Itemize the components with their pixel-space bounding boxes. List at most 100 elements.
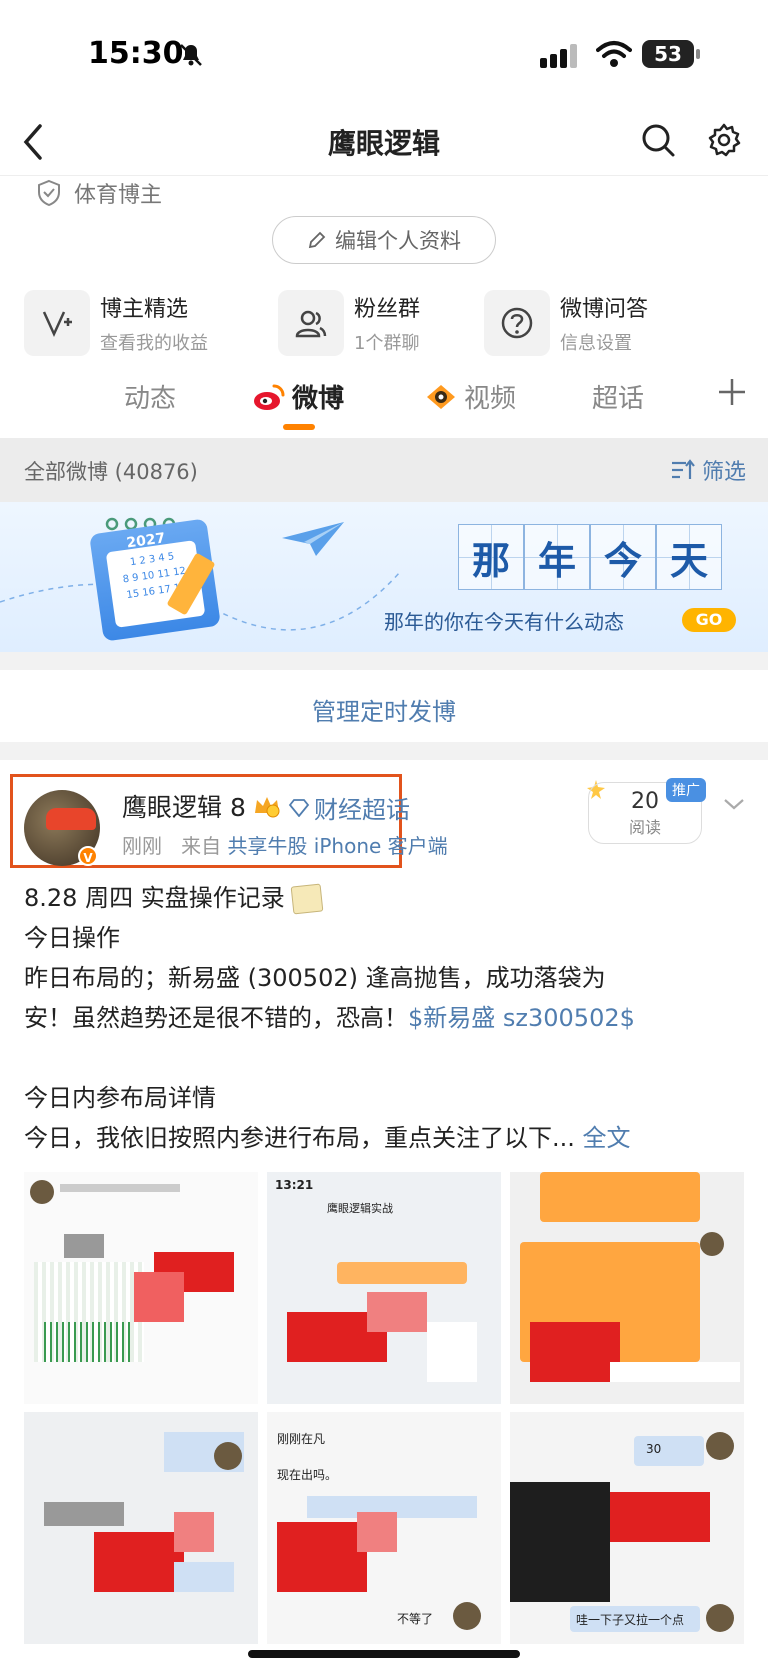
image-caption: 现在出吗。 (277, 1468, 338, 1482)
shortcut-fan-group[interactable]: 粉丝群 1个群聊 (278, 288, 420, 358)
blogger-tag-label: 体育博主 (74, 183, 163, 208)
tab-weibo-label: 微博 (292, 384, 345, 414)
shortcut-title: 微博问答 (560, 297, 649, 322)
tab-activity[interactable]: 动态 (124, 378, 176, 415)
group-icon (278, 290, 344, 356)
image-caption: 不等了 (397, 1612, 434, 1626)
shortcut-qa[interactable]: 微博问答 信息设置 (484, 288, 648, 358)
post-line-text: 今日，我依旧按照内参进行布局，重点关注了以下... (24, 1124, 575, 1152)
go-button[interactable]: GO (682, 608, 736, 632)
shortcut-subtitle: 查看我的收益 (100, 333, 208, 354)
post-image[interactable] (24, 1172, 258, 1404)
active-tab-indicator (283, 424, 315, 430)
post-line: 安！虽然趋势还是很不错的，恐高！$新易盛 sz300502$ (24, 998, 744, 1038)
topic-link[interactable]: 财经超话 (288, 790, 410, 825)
title-char: 今 (590, 524, 656, 590)
search-icon[interactable] (640, 122, 676, 158)
edit-profile-label: 编辑个人资料 (335, 229, 461, 253)
author-name: 鹰眼逻辑 8 (122, 793, 246, 822)
tab-video-label: 视频 (464, 384, 517, 414)
bell-off-icon (180, 44, 202, 66)
post-image[interactable] (510, 1172, 744, 1404)
post-image[interactable]: 13:21 鹰眼逻辑实战 (267, 1172, 501, 1404)
weibo-logo-icon (254, 384, 285, 410)
shield-check-icon (38, 179, 60, 207)
title-char: 那 (458, 524, 524, 590)
status-bar: 15:30 53 (0, 0, 768, 110)
shortcut-subtitle: 1个群聊 (354, 333, 420, 354)
filter-button[interactable]: 筛选 (670, 454, 746, 486)
source-prefix: 来自 (181, 834, 222, 858)
home-indicator (248, 1650, 520, 1658)
post-image-grid: 13:21 鹰眼逻辑实战 刚刚在凡 现在出吗。 不等了 30 哇一下子又拉一个点 (24, 1172, 744, 1662)
battery-indicator: 53 (642, 40, 700, 68)
tab-supertopic[interactable]: 超话 (592, 378, 644, 415)
shortcut-title: 博主精选 (100, 297, 189, 322)
manage-scheduled-row[interactable]: 管理定时发博 (0, 670, 768, 742)
shortcut-subtitle: 信息设置 (560, 333, 632, 354)
post-author[interactable]: 鹰眼逻辑 8 (122, 788, 282, 824)
title-char: 年 (524, 524, 590, 590)
post-blank-line (24, 1038, 744, 1078)
all-weibo-count: 全部微博 (40876) (24, 460, 198, 484)
post-line: 今日内参布局详情 (24, 1084, 216, 1112)
filter-icon (671, 459, 695, 479)
image-caption: 哇一下子又拉一个点 (576, 1613, 685, 1627)
nav-bar: 鹰眼逻辑 (0, 110, 768, 176)
post-line: 今日，我依旧按照内参进行布局，重点关注了以下... 全文 (24, 1118, 744, 1158)
paper-plane-icon (282, 522, 344, 556)
post-line: 昨日布局的；新易盛 (300502) 逢高抛售，成功落袋为 (24, 964, 606, 992)
full-text-link[interactable]: 全文 (583, 1124, 631, 1152)
filter-label: 筛选 (701, 460, 746, 485)
image-caption: 13:21 (275, 1178, 314, 1192)
post-line-text: 安！虽然趋势还是很不错的，恐高！ (24, 1004, 408, 1032)
blogger-tag: 体育博主 (36, 176, 162, 210)
read-label: 阅读 (628, 818, 661, 837)
shortcut-title: 粉丝群 (354, 297, 421, 322)
filter-bar: 全部微博 (40876) 筛选 (0, 438, 768, 502)
profile-tabs: 动态 微博 视频 超话 (0, 368, 768, 438)
wifi-icon (596, 41, 632, 67)
edit-profile-button[interactable]: 编辑个人资料 (272, 216, 496, 264)
post-meta: 刚刚 来自 共享牛股 iPhone 客户端 (122, 830, 448, 859)
stock-tag-link[interactable]: $新易盛 sz300502$ (408, 1004, 635, 1032)
post-image[interactable]: 刚刚在凡 现在出吗。 不等了 (267, 1412, 501, 1644)
add-tab-icon[interactable] (716, 376, 748, 408)
manage-scheduled-label: 管理定时发博 (312, 698, 456, 726)
pencil-icon (308, 231, 326, 249)
memories-title: 那 年 今 天 (458, 524, 722, 590)
post-image[interactable] (24, 1412, 258, 1644)
memo-icon (290, 883, 324, 915)
post-image[interactable]: 30 哇一下子又拉一个点 (510, 1412, 744, 1644)
featured-v-icon (24, 290, 90, 356)
tab-video[interactable]: 视频 (424, 378, 516, 415)
memories-banner[interactable]: 2027 1 2 3 4 58 9 10 11 12 15 16 17 18 那 … (0, 502, 768, 652)
image-caption: 刚刚在凡 (277, 1432, 326, 1446)
post-line: 8.28 周四 实盘操作记录 (24, 878, 744, 918)
title-char: 天 (656, 524, 722, 590)
chevron-down-icon[interactable] (722, 796, 746, 812)
post-card: V 鹰眼逻辑 8 财经超话 刚刚 来自 共享牛股 iPhone 客户端 20 阅… (0, 760, 768, 1670)
post-line: 今日操作 (24, 924, 120, 952)
question-icon (484, 290, 550, 356)
topic-label: 财经超话 (314, 796, 410, 824)
avatar-hat-decoration (46, 808, 96, 830)
crown-badge-icon (254, 797, 280, 818)
post-line-text: 8.28 周四 实盘操作记录 (24, 884, 285, 912)
image-caption: 鹰眼逻辑实战 (327, 1202, 393, 1215)
cellular-signal-icon (540, 44, 577, 68)
video-eye-icon (427, 384, 455, 409)
post-time: 刚刚 (122, 834, 162, 858)
diamond-icon (288, 798, 310, 817)
promote-badge[interactable]: 推广 (666, 778, 706, 802)
profile-section: 体育博主 编辑个人资料 博主精选 查看我的收益 粉丝群 1个群聊 微博问答 信息… (0, 176, 768, 438)
post-text: 8.28 周四 实盘操作记录 今日操作 昨日布局的；新易盛 (300502) 逢… (24, 878, 744, 1158)
tab-weibo[interactable]: 微博 (252, 378, 344, 415)
memories-subtitle: 那年的你在今天有什么动态 (384, 610, 624, 634)
gear-icon[interactable] (706, 122, 742, 158)
shortcut-featured[interactable]: 博主精选 查看我的收益 (24, 288, 208, 358)
image-caption: 30 (646, 1442, 662, 1456)
verified-badge-icon: V (78, 846, 98, 866)
shortcut-row: 博主精选 查看我的收益 粉丝群 1个群聊 微博问答 信息设置 (24, 288, 744, 358)
post-source[interactable]: 共享牛股 iPhone 客户端 (227, 834, 447, 858)
